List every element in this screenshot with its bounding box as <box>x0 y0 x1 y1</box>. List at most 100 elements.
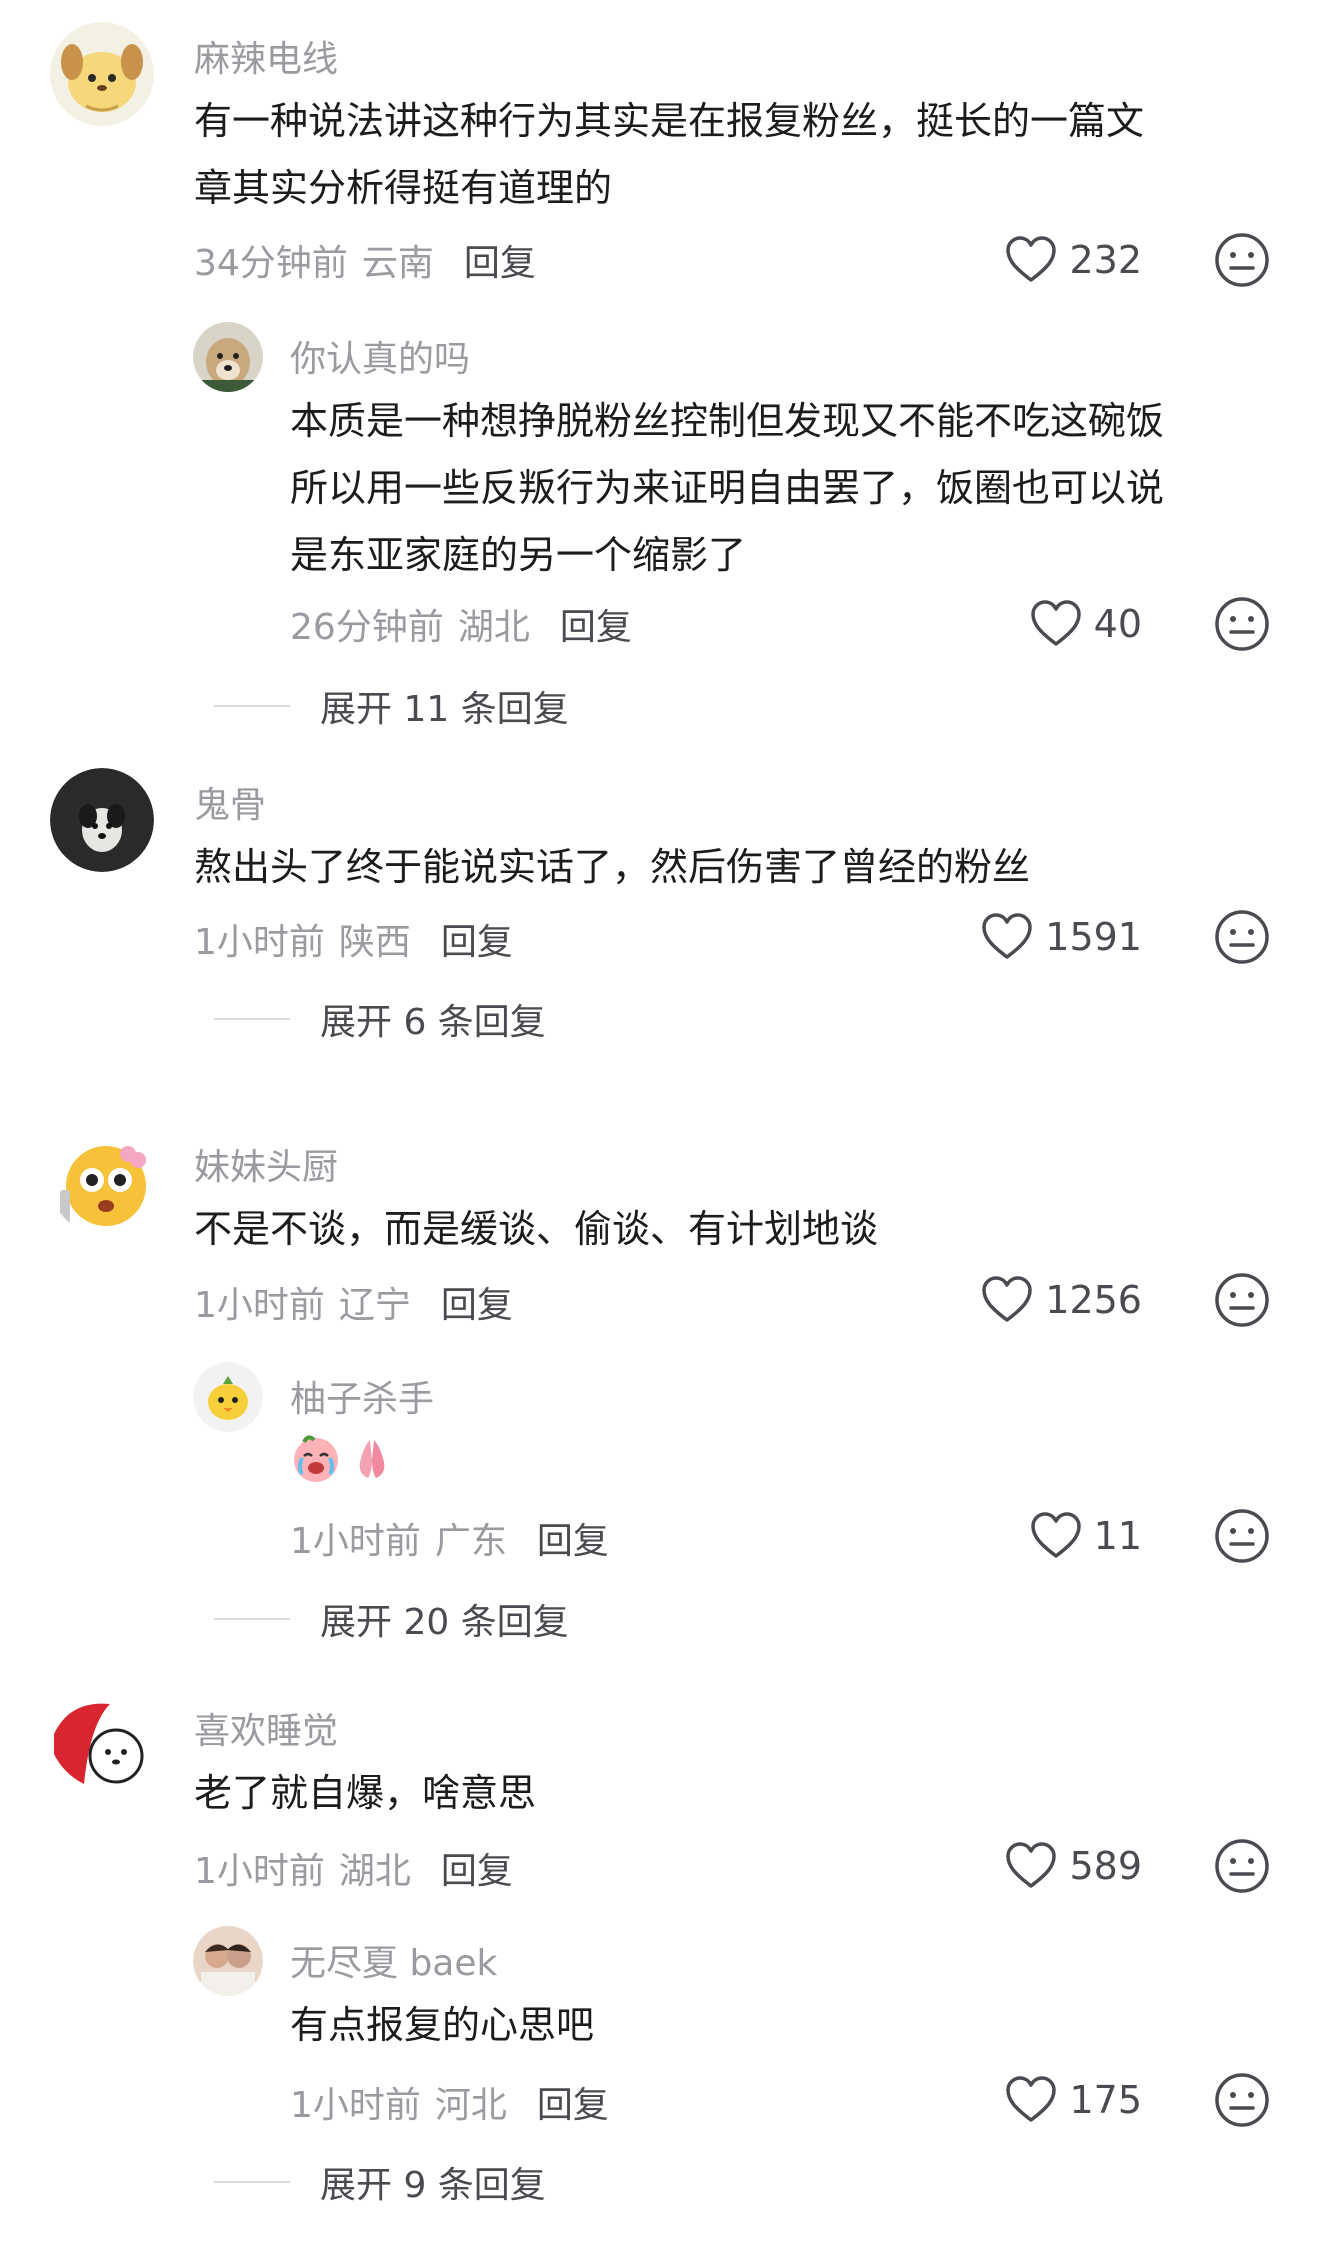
like-button[interactable]: 589 <box>1005 1842 1142 1890</box>
expand-replies-button[interactable]: 展开 20 条回复 <box>214 1593 569 1645</box>
avatar[interactable] <box>50 1130 154 1234</box>
neutral-face-icon <box>1215 1509 1269 1563</box>
like-button[interactable]: 1256 <box>981 1276 1142 1324</box>
comment-meta: 1小时前 辽宁 回复 <box>194 1276 513 1328</box>
like-count: 232 <box>1069 238 1142 282</box>
neutral-face-icon <box>1215 1273 1269 1327</box>
expand-replies-button[interactable]: 展开 6 条回复 <box>214 993 546 1045</box>
expand-replies-button[interactable]: 展开 11 条回复 <box>214 680 569 732</box>
like-count: 11 <box>1093 1514 1142 1558</box>
timestamp: 34分钟前 <box>194 243 348 284</box>
reply-avatar[interactable] <box>193 1362 263 1432</box>
divider-line <box>214 1618 290 1620</box>
location: 河北 <box>434 2085 507 2126</box>
neutral-face-icon <box>1215 1839 1269 1893</box>
location: 辽宁 <box>338 1285 411 1326</box>
username[interactable]: 妹妹头厨 <box>194 1138 338 1190</box>
like-count: 40 <box>1093 602 1142 646</box>
comment-meta: 1小时前 湖北 回复 <box>194 1842 513 1894</box>
dislike-button[interactable] <box>1214 1838 1270 1894</box>
dislike-button[interactable] <box>1214 1508 1270 1564</box>
reply-button[interactable]: 回复 <box>441 1851 513 1892</box>
comment-meta: 1小时前 陕西 回复 <box>194 913 513 965</box>
heart-outline-icon <box>981 913 1033 961</box>
expand-replies-label: 展开 6 条回复 <box>320 1002 546 1043</box>
comment-meta: 34分钟前 云南 回复 <box>194 234 536 286</box>
reply-button[interactable]: 回复 <box>441 922 513 963</box>
reply-meta: 1小时前 河北 回复 <box>290 2076 609 2128</box>
timestamp: 1小时前 <box>290 2085 421 2126</box>
reply-button[interactable]: 回复 <box>560 607 632 648</box>
username[interactable]: 鬼骨 <box>194 776 266 828</box>
reply-text-line: 是东亚家庭的另一个缩影了 <box>290 533 747 577</box>
expand-replies-label: 展开 11 条回复 <box>320 689 569 730</box>
neutral-face-icon <box>1215 233 1269 287</box>
heart-outline-icon <box>1030 1512 1082 1560</box>
pray-emoji <box>359 1440 385 1478</box>
reply-text-line: 有点报复的心思吧 <box>290 2003 595 2047</box>
dislike-button[interactable] <box>1214 909 1270 965</box>
reply-text-line: 本质是一种想挣脱粉丝控制但发现又不能不吃这碗饭 <box>290 399 1165 443</box>
crying-emoji <box>294 1435 338 1482</box>
reply-username[interactable]: 柚子杀手 <box>290 1370 434 1422</box>
comment-1: 麻辣电线 有一种说法讲这种行为其实是在报复粉丝，挺长的一篇文 章其实分析得挺有道… <box>0 0 1320 740</box>
like-button[interactable]: 175 <box>1005 2076 1142 2124</box>
username[interactable]: 喜欢睡觉 <box>194 1702 338 1754</box>
timestamp: 1小时前 <box>194 1851 325 1892</box>
avatar[interactable] <box>50 1694 154 1798</box>
heart-outline-icon <box>1005 1842 1057 1890</box>
reply-button[interactable]: 回复 <box>441 1285 513 1326</box>
reply-avatar[interactable] <box>193 1926 263 1996</box>
reply-text-line: 所以用一些反叛行为来证明自由罢了，饭圈也可以说 <box>290 466 1165 510</box>
location: 湖北 <box>338 1851 411 1892</box>
like-button[interactable]: 1591 <box>981 913 1142 961</box>
heart-outline-icon <box>1005 236 1057 284</box>
like-button[interactable]: 232 <box>1005 236 1142 284</box>
reply-button[interactable]: 回复 <box>464 243 536 284</box>
dislike-button[interactable] <box>1214 2072 1270 2128</box>
comment-text-line: 有一种说法讲这种行为其实是在报复粉丝，挺长的一篇文 <box>194 99 1145 143</box>
like-button[interactable]: 11 <box>1030 1512 1142 1560</box>
like-count: 589 <box>1069 1844 1142 1888</box>
like-button[interactable]: 40 <box>1030 600 1142 648</box>
dislike-button[interactable] <box>1214 596 1270 652</box>
avatar[interactable] <box>50 768 154 872</box>
heart-outline-icon <box>1030 600 1082 648</box>
neutral-face-icon <box>1215 910 1269 964</box>
like-count: 175 <box>1069 2078 1142 2122</box>
location: 陕西 <box>338 922 411 963</box>
location: 广东 <box>434 1521 507 1562</box>
comment-text-line: 熬出头了终于能说实话了，然后伤害了曾经的粉丝 <box>194 845 1031 889</box>
reply-button[interactable]: 回复 <box>537 2085 609 2126</box>
timestamp: 1小时前 <box>194 922 325 963</box>
reply-meta: 1小时前 广东 回复 <box>290 1512 609 1564</box>
location: 湖北 <box>457 607 530 648</box>
username[interactable]: 麻辣电线 <box>194 30 338 82</box>
neutral-face-icon <box>1215 597 1269 651</box>
reply-emoji-content <box>290 1432 398 1484</box>
dislike-button[interactable] <box>1214 1272 1270 1328</box>
like-count: 1256 <box>1045 1278 1142 1322</box>
reply-meta: 26分钟前 湖北 回复 <box>290 598 632 650</box>
divider-line <box>214 2181 290 2183</box>
divider-line <box>214 705 290 707</box>
timestamp: 1小时前 <box>194 1285 325 1326</box>
reply-button[interactable]: 回复 <box>537 1521 609 1562</box>
reply-username[interactable]: 你认真的吗 <box>290 330 470 382</box>
reply-username[interactable]: 无尽夏 baek <box>290 1934 497 1986</box>
comment-text-line: 章其实分析得挺有道理的 <box>194 166 613 210</box>
divider-line <box>214 1018 290 1020</box>
expand-replies-button[interactable]: 展开 9 条回复 <box>214 2156 546 2208</box>
timestamp: 26分钟前 <box>290 607 444 648</box>
comment-text-line: 老了就自爆，啥意思 <box>194 1771 537 1815</box>
expand-replies-label: 展开 20 条回复 <box>320 1602 569 1643</box>
timestamp: 1小时前 <box>290 1521 421 1562</box>
avatar[interactable] <box>50 22 154 126</box>
reply-avatar[interactable] <box>193 322 263 392</box>
expand-replies-label: 展开 9 条回复 <box>320 2165 546 2206</box>
like-count: 1591 <box>1045 915 1142 959</box>
dislike-button[interactable] <box>1214 232 1270 288</box>
heart-outline-icon <box>1005 2076 1057 2124</box>
comment-text-line: 不是不谈，而是缓谈、偷谈、有计划地谈 <box>194 1207 879 1251</box>
location: 云南 <box>361 243 434 284</box>
